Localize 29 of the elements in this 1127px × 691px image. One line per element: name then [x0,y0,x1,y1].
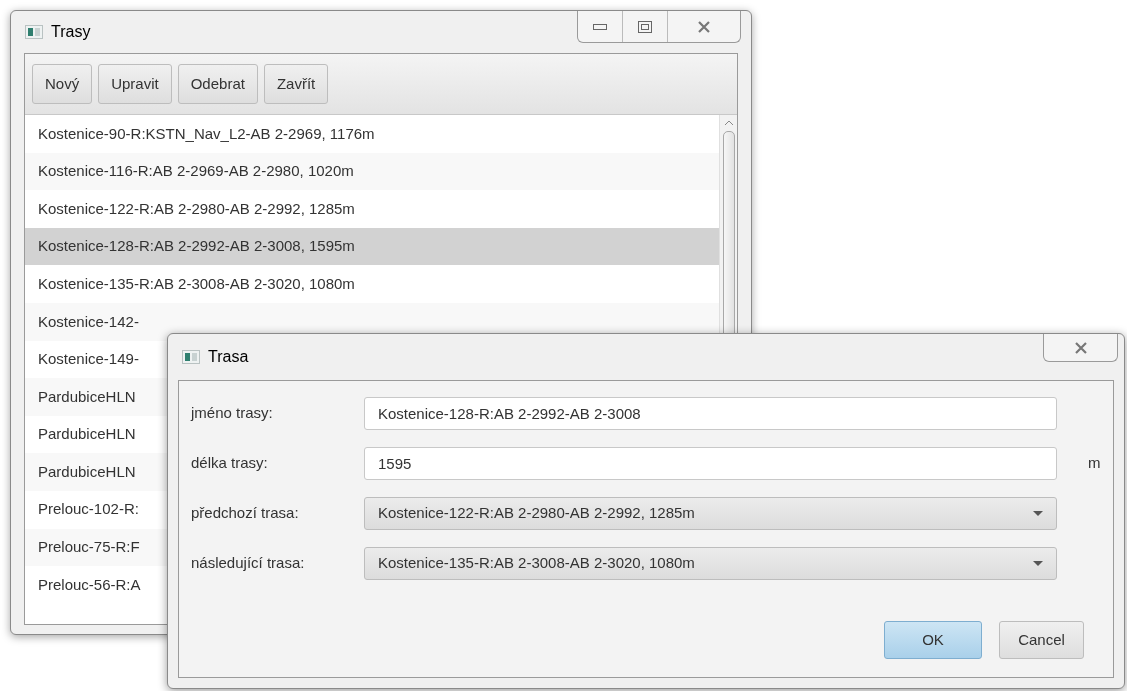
dropdown-caret-icon [1033,511,1043,516]
app-icon [25,25,43,39]
toolbar-button[interactable]: Upravit [98,64,172,104]
toolbar-button[interactable]: Odebrat [177,64,258,104]
toolbar-button[interactable]: Nový [32,64,93,104]
window-title: Trasy [51,22,91,42]
field-label: následující trasa: [191,553,306,574]
cancel-button[interactable]: Cancel [999,621,1084,659]
scroll-up-icon[interactable] [723,119,734,127]
list-item[interactable]: Kostenice-116-R:AB 2-2969-AB 2-2980, 1020m [25,152,719,191]
list-item[interactable]: Kostenice-128-R:AB 2-2992-AB 2-3008, 1595m [25,227,719,266]
close-button[interactable] [1043,334,1118,362]
text-field[interactable]: Kostenice-128-R:AB 2-2992-AB 2-3008 [364,397,1057,430]
dropdown[interactable]: Kostenice-135-R:AB 2-3008-AB 2-3020, 1080m [364,547,1057,580]
minimize-icon [593,23,607,30]
close-icon [697,20,711,33]
dropdown-caret-icon [1033,561,1043,566]
dropdown[interactable]: Kostenice-122-R:AB 2-2980-AB 2-2992, 1285m [364,497,1057,530]
ok-button[interactable]: OK [884,621,982,659]
field-label: délka trasy: [191,453,269,474]
dialog-title: Trasa [208,347,249,367]
toolbar-button[interactable]: Zavřít [263,64,329,104]
text-field[interactable]: 1595 [364,447,1057,480]
close-icon [1073,341,1088,354]
field-label: jméno trasy: [191,403,274,424]
maximize-icon [638,20,652,33]
unit-label: m [1088,453,1101,474]
app-icon [182,350,200,364]
field-label: předchozí trasa: [191,503,300,524]
